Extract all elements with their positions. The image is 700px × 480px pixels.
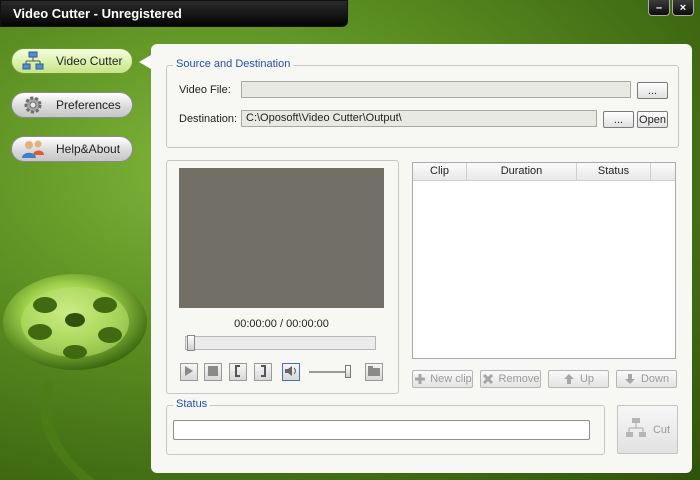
arrow-down-icon [624,373,637,386]
close-button[interactable]: × [672,0,694,16]
move-down-button[interactable]: Down [616,370,677,388]
remove-x-icon [482,373,495,386]
video-file-input[interactable] [241,81,631,98]
remove-label: Remove [498,373,540,385]
seek-thumb[interactable] [187,335,195,351]
new-clip-label: New clip [430,373,472,385]
destination-input[interactable]: C:\Oposoft\Video Cutter\Output\ [241,110,597,127]
plus-icon [413,373,426,386]
move-up-button[interactable]: Up [548,370,609,388]
nav-label: Help&About [56,142,121,156]
window-title: Video Cutter - Unregistered [13,6,182,21]
video-cutter-icon [20,50,46,72]
seek-slider[interactable] [185,335,376,351]
group-title: Status [173,398,211,410]
remove-button[interactable]: Remove [480,370,541,388]
arrow-up-icon [563,373,576,386]
nav-video-cutter[interactable]: Video Cutter [11,48,133,74]
clip-table-header: Clip Duration Status [413,163,675,181]
nav-preferences[interactable]: Preferences [11,92,133,118]
new-clip-button[interactable]: New clip [412,370,473,388]
play-button[interactable] [180,363,198,381]
film-reel-icon [3,274,147,480]
gear-icon [20,94,46,116]
nav-active-pointer [139,55,151,69]
mark-out-button[interactable] [254,363,272,381]
speaker-icon [284,365,298,380]
bracket-right-icon [259,364,267,380]
nav-help-about[interactable]: Help&About [11,136,133,162]
up-label: Up [579,373,595,385]
open-button[interactable]: Open [637,111,668,128]
minimize-button[interactable]: – [648,0,670,16]
volume-button[interactable] [282,363,300,381]
down-label: Down [640,373,670,385]
bracket-left-icon [234,364,242,380]
destination-label: Destination: [179,113,238,125]
volume-slider-thumb[interactable] [345,365,351,378]
time-display: 00:00:00 / 00:00:00 [234,318,329,330]
users-icon [20,138,46,160]
volume-slider-track[interactable] [309,371,349,373]
clip-table[interactable]: Clip Duration Status [412,162,676,359]
title-bar: Video Cutter - Unregistered [0,0,348,27]
snapshot-button[interactable] [365,363,383,381]
destination-browse-button[interactable]: ... [603,111,634,128]
cut-label: Cut [652,423,671,436]
source-destination-group: Source and Destination Video File: ... D… [166,58,679,148]
mark-in-button[interactable] [229,363,247,381]
nav-label: Video Cutter [56,54,123,68]
play-icon [184,365,194,379]
group-title: Source and Destination [173,58,294,70]
nav-label: Preferences [56,98,121,112]
status-field [173,420,590,440]
window-controls: – × [648,0,694,16]
folder-icon [368,365,380,379]
cut-icon [625,417,647,442]
cut-button[interactable]: Cut [617,405,678,454]
main-panel: Source and Destination Video File: ... D… [151,44,692,473]
column-header-duration[interactable]: Duration [467,163,577,180]
video-file-label: Video File: [179,84,231,96]
video-preview [179,168,384,308]
video-browse-button[interactable]: ... [637,82,668,99]
stop-icon [208,365,218,379]
stop-button[interactable] [204,363,222,381]
column-header-status[interactable]: Status [577,163,651,180]
column-header-clip[interactable]: Clip [413,163,467,180]
